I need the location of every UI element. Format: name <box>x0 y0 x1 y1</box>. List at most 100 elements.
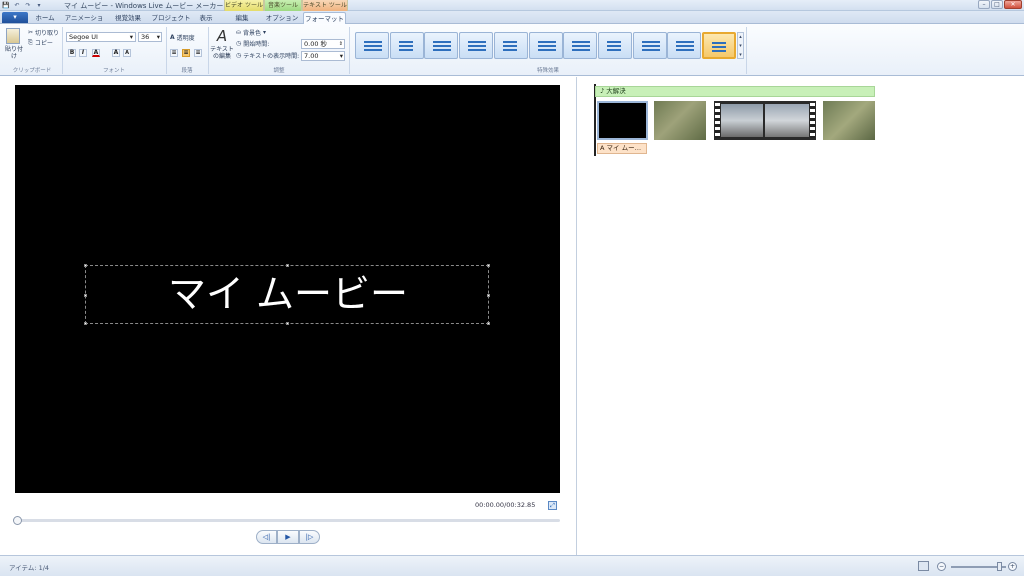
audio-track[interactable]: ♪ 大解決 <box>595 86 875 97</box>
seek-bar[interactable] <box>15 519 560 522</box>
ribbon-tabs: ▾ ホーム アニメーション 視覚効果 プロジェクト 表示 編集 オプション フォ… <box>0 11 1024 34</box>
bold-button[interactable]: B <box>68 49 76 57</box>
video-clip[interactable] <box>654 101 706 140</box>
background-color-button[interactable]: ⛀ 背景色 ▾ <box>236 28 266 37</box>
font-color-button[interactable]: A <box>92 49 100 57</box>
title-clip-label[interactable]: A マイ ムー… <box>597 143 647 154</box>
video-clip[interactable] <box>823 101 875 140</box>
transparency-button[interactable]: A 透明度 <box>170 33 195 42</box>
time-display: 00:00.00/00:32.85 <box>475 501 536 509</box>
italic-button[interactable]: I <box>79 49 87 57</box>
gallery-scroll[interactable]: ▴ ▾ ▾ <box>737 32 744 59</box>
playback-controls: ◁| ▶ |▷ <box>256 530 320 544</box>
title-text-box[interactable]: マイ ムービー <box>84 264 490 325</box>
zoom-out-button[interactable]: − <box>937 562 946 571</box>
customize-qat-icon[interactable]: ▾ <box>35 2 43 10</box>
effect-option[interactable] <box>563 32 598 59</box>
save-icon[interactable]: 💾 <box>2 2 10 10</box>
effect-line-icon <box>537 41 556 43</box>
start-time-text: 開始時間: <box>243 41 270 48</box>
group-label-font: フォント <box>102 68 125 74</box>
align-center-button[interactable]: ≡ <box>182 49 190 57</box>
fullscreen-button[interactable]: ⤢ <box>548 501 557 510</box>
undo-icon[interactable]: ↶ <box>13 2 21 10</box>
effect-line-icon <box>676 41 695 43</box>
paste-button[interactable]: 貼り付け <box>4 46 24 60</box>
effect-line-icon <box>572 45 591 47</box>
video-preview[interactable]: マイ ムービー <box>15 85 560 493</box>
next-frame-button[interactable]: |▷ <box>299 530 320 544</box>
font-family-select[interactable]: Segoe UI ▾ <box>66 32 136 42</box>
effect-line-icon <box>712 50 726 52</box>
zoom-slider-thumb[interactable] <box>997 562 1002 571</box>
effect-line-icon <box>606 49 621 51</box>
title-caption[interactable]: マイ ムービー <box>86 266 490 325</box>
effect-option[interactable] <box>667 32 702 59</box>
resize-handle[interactable] <box>84 264 87 267</box>
align-left-icon: ≡ <box>171 49 177 56</box>
maximize-button[interactable]: □ <box>991 0 1003 9</box>
effect-line-icon <box>398 41 413 43</box>
align-right-button[interactable]: ≡ <box>194 49 202 57</box>
edit-text-button[interactable]: テキストの編集 <box>210 46 234 60</box>
effect-option[interactable] <box>632 32 667 59</box>
previous-frame-button[interactable]: ◁| <box>256 530 277 544</box>
group-label-clipboard: クリップボード <box>12 68 52 74</box>
effect-option[interactable] <box>389 32 424 59</box>
copy-button[interactable]: ⎘ コピー <box>28 38 53 48</box>
tab-project[interactable]: プロジェクト <box>150 12 192 24</box>
duration-combo[interactable]: 7.00 ▾ <box>301 51 345 61</box>
resize-handle[interactable] <box>487 294 490 297</box>
film-perforation <box>810 103 815 138</box>
tab-options[interactable]: オプション <box>264 12 300 24</box>
clip-frame <box>765 104 809 137</box>
effect-line-icon <box>676 49 695 51</box>
font-size-select[interactable]: 36 ▾ <box>138 32 162 42</box>
resize-handle[interactable] <box>84 322 87 325</box>
effect-line-icon <box>502 41 517 43</box>
play-button[interactable]: ▶ <box>277 530 299 544</box>
resize-handle[interactable] <box>286 264 289 267</box>
resize-handle[interactable] <box>487 264 490 267</box>
app-menu-button[interactable]: ▾ <box>2 12 28 23</box>
effect-option[interactable] <box>493 32 528 59</box>
align-right-icon: ≡ <box>195 49 201 56</box>
tab-edit[interactable]: 編集 <box>226 12 258 24</box>
close-button[interactable]: ✕ <box>1004 0 1022 9</box>
cut-button[interactable]: ✂ 切り取り <box>28 28 59 37</box>
title-clip[interactable] <box>597 101 648 140</box>
tab-view[interactable]: 表示 <box>194 12 218 24</box>
redo-icon[interactable]: ↷ <box>24 2 32 10</box>
effect-option[interactable] <box>355 32 389 59</box>
start-time-spinner[interactable]: 0.00 秒 ⇕ <box>301 39 345 49</box>
zoom-in-button[interactable]: + <box>1008 562 1017 571</box>
resize-handle[interactable] <box>487 322 490 325</box>
copy-label: コピー <box>34 40 53 47</box>
effect-option[interactable] <box>459 32 494 59</box>
tab-animation[interactable]: アニメーション <box>62 12 106 34</box>
thumbnail-size-icon[interactable] <box>918 561 929 571</box>
align-left-button[interactable]: ≡ <box>170 49 178 57</box>
effect-option[interactable] <box>528 32 563 59</box>
gallery-more-icon: ▾ <box>739 52 742 58</box>
effect-option[interactable] <box>597 32 632 59</box>
tab-home[interactable]: ホーム <box>30 12 60 24</box>
video-clip[interactable] <box>714 101 816 140</box>
tab-visual-effects[interactable]: 視覚効果 <box>108 12 148 24</box>
group-label-paragraph: 段落 <box>181 68 193 74</box>
paste-icon[interactable] <box>6 28 20 44</box>
shrink-font-button[interactable]: A <box>123 49 131 57</box>
grow-font-button[interactable]: A <box>112 49 120 57</box>
tab-format[interactable]: フォーマット <box>303 12 346 24</box>
minimize-button[interactable]: – <box>978 0 990 9</box>
effect-option[interactable] <box>424 32 459 59</box>
effect-line-icon <box>572 49 591 51</box>
effect-option[interactable] <box>702 32 736 59</box>
seek-thumb[interactable] <box>13 516 22 525</box>
font-family-value: Segoe UI <box>69 33 98 41</box>
duration-value: 7.00 <box>304 52 319 60</box>
context-label-audio-tools: 音楽ツール <box>264 0 302 11</box>
resize-handle[interactable] <box>286 322 289 325</box>
chevron-up-icon: ▴ <box>739 34 742 40</box>
resize-handle[interactable] <box>84 294 87 297</box>
